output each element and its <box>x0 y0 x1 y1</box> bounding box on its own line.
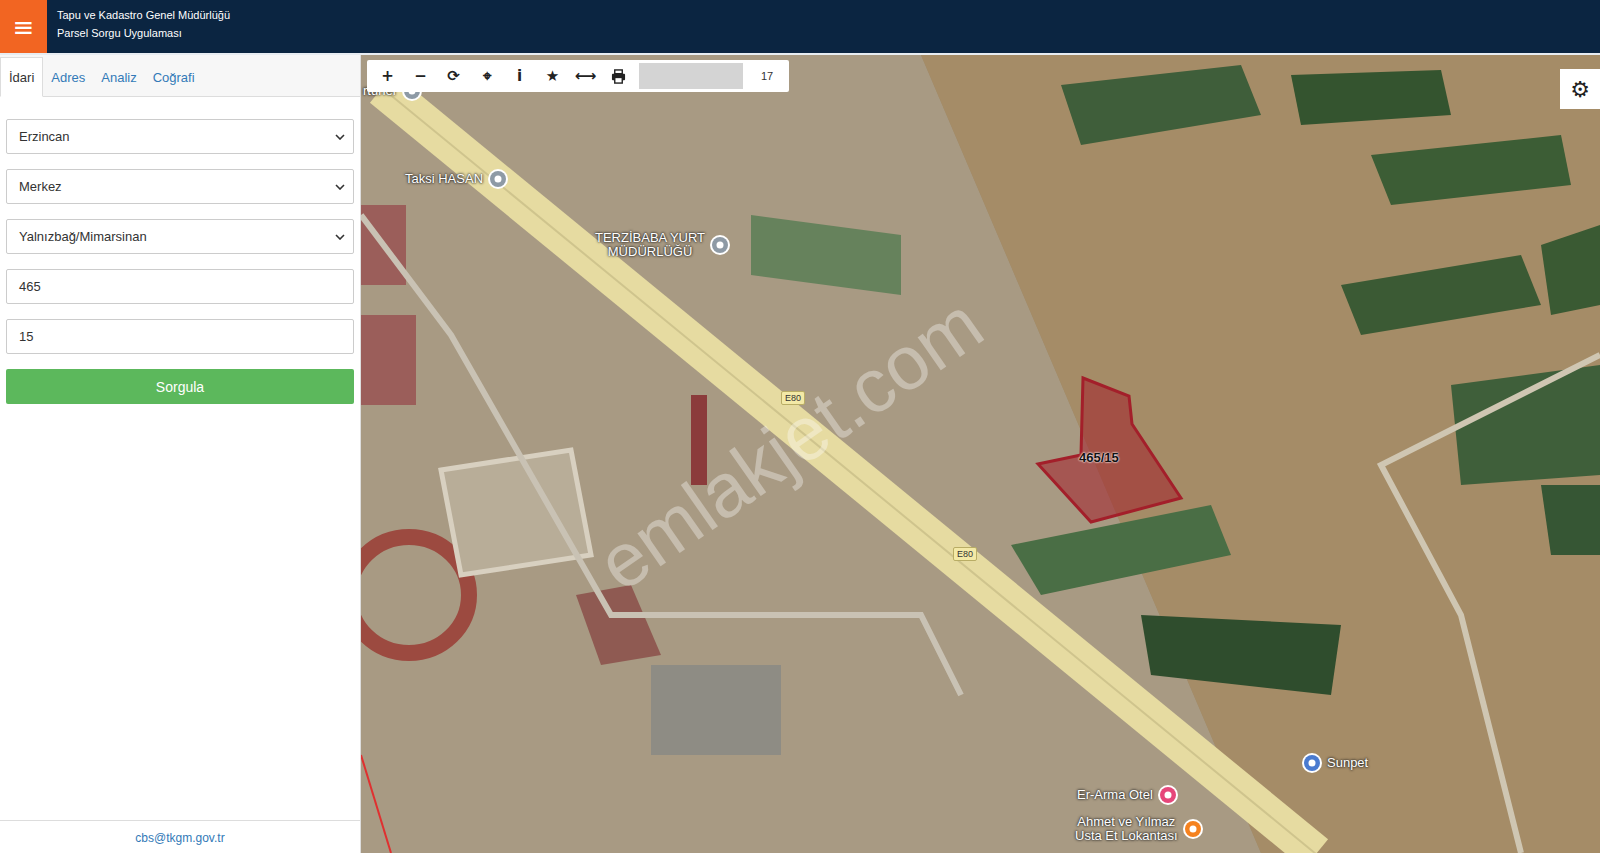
coordinate-box <box>639 63 743 89</box>
form-field[interactable]: Yalnızbağ/Mimarsinan <box>6 219 354 254</box>
print-button[interactable] <box>602 61 635 91</box>
field-value: Erzincan <box>19 129 70 144</box>
satellite-image <box>361 55 1600 853</box>
form-field[interactable]: Erzincan <box>6 119 354 154</box>
map-place[interactable]: Sunpet <box>1301 752 1368 774</box>
settings-button[interactable]: ⚙ <box>1560 69 1600 109</box>
form-field[interactable]: 465 <box>6 269 354 304</box>
parcel-label: 465/15 <box>1079 450 1119 465</box>
road-label: E80 <box>781 391 805 405</box>
toolbar-button[interactable]: ⟷ <box>569 61 602 91</box>
chevron-icon <box>335 134 345 140</box>
parcel-shape[interactable] <box>1038 378 1181 522</box>
subtitle: Parsel Sorgu Uygulaması <box>57 27 230 39</box>
zoom-level: 17 <box>749 70 785 82</box>
menu-button[interactable]: ≡ <box>0 0 47 53</box>
place-label: TERZİBABA YURTMÜDÜRLÜĞÜ <box>595 231 705 260</box>
place-pin-icon <box>1301 752 1323 774</box>
map-place[interactable]: Er-Arma Otel <box>1077 784 1179 806</box>
field-value: 15 <box>19 329 33 344</box>
toolbar-button[interactable]: ⟳ <box>437 61 470 91</box>
form-field[interactable]: 15 <box>6 319 354 354</box>
watermark: emlakjet.com <box>582 279 999 607</box>
chevron-icon <box>335 184 345 190</box>
title: Tapu ve Kadastro Genel Müdürlüğü <box>57 9 230 21</box>
field-value: 465 <box>19 279 41 294</box>
tab[interactable]: Analiz <box>93 58 144 96</box>
tab[interactable]: Adres <box>43 58 93 96</box>
place-pin-icon <box>1157 784 1179 806</box>
map-place[interactable]: TERZİBABA YURTMÜDÜRLÜĞÜ <box>595 231 731 260</box>
place-label: Taksi HASAN <box>405 172 483 186</box>
map-place[interactable]: Ahmet ve YılmazUsta Et Lokantası <box>1075 815 1204 844</box>
map[interactable]: 465/15E80E80rtunerTaksi HASANTERZİBABA Y… <box>361 55 1600 853</box>
road-label: E80 <box>953 547 977 561</box>
toolbar-button[interactable]: i <box>503 61 536 91</box>
tab[interactable]: Coğrafi <box>145 58 203 96</box>
query-button[interactable]: Sorgula <box>6 369 354 404</box>
map-toolbar: +−⟳⌖i★⟷ 17 <box>367 60 789 92</box>
form-field[interactable]: Merkez <box>6 169 354 204</box>
tab[interactable]: İdari <box>0 57 43 97</box>
footer-email[interactable]: cbs@tkgm.gov.tr <box>0 820 360 853</box>
field-value: Yalnızbağ/Mimarsinan <box>19 229 147 244</box>
body: İdariAdresAnalizCoğrafi Erzincan Merkez Yal… <box>0 55 1600 853</box>
query-form: Erzincan Merkez Yalnızbağ/Mimarsinan 465 15 S… <box>0 97 360 404</box>
app: ≡ Tapu ve Kadastro Genel Müdürlüğü Parsel … <box>0 0 1600 853</box>
map-place[interactable]: Taksi HASAN <box>405 168 509 190</box>
place-pin-icon <box>1182 818 1204 840</box>
print-icon <box>611 69 626 84</box>
place-label: Er-Arma Otel <box>1077 788 1153 802</box>
tabs: İdariAdresAnalizCoğrafi <box>0 55 360 97</box>
place-pin-icon <box>487 168 509 190</box>
toolbar-button[interactable]: − <box>404 61 437 91</box>
side-panel: İdariAdresAnalizCoğrafi Erzincan Merkez Yal… <box>0 55 361 853</box>
place-pin-icon <box>709 234 731 256</box>
place-label: Ahmet ve YılmazUsta Et Lokantası <box>1075 815 1178 844</box>
place-label: Sunpet <box>1327 756 1368 770</box>
field-value: Merkez <box>19 179 62 194</box>
toolbar-button[interactable]: ★ <box>536 61 569 91</box>
header: ≡ Tapu ve Kadastro Genel Müdürlüğü Parsel … <box>0 0 1600 55</box>
chevron-icon <box>335 234 345 240</box>
toolbar-button[interactable]: + <box>371 61 404 91</box>
app-title: Tapu ve Kadastro Genel Müdürlüğü Parsel S… <box>47 0 240 53</box>
toolbar-button[interactable]: ⌖ <box>470 61 503 91</box>
